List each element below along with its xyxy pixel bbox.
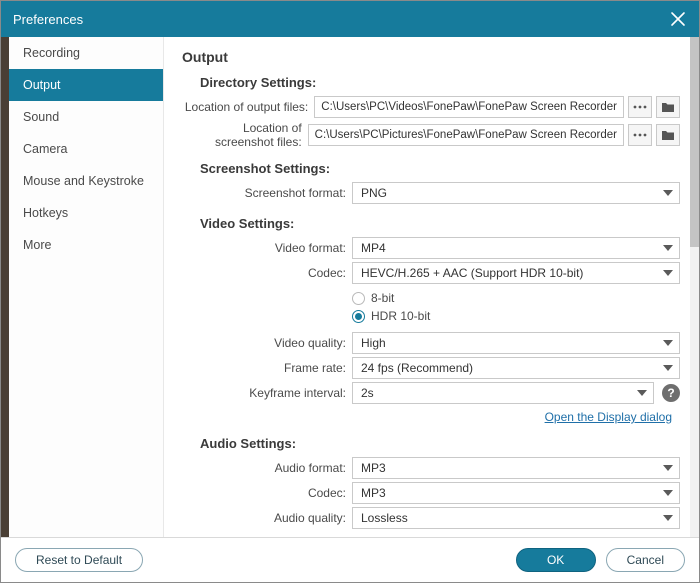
- open-screenshot-folder-button[interactable]: [656, 124, 680, 146]
- sidebar-item-label: Hotkeys: [23, 206, 68, 220]
- audio-codec-label: Codec:: [182, 486, 352, 500]
- ok-button[interactable]: OK: [516, 548, 596, 572]
- frame-rate-select[interactable]: 24 fps (Recommend): [352, 357, 680, 379]
- sidebar-item-label: Sound: [23, 110, 59, 124]
- frame-rate-label: Frame rate:: [182, 361, 352, 375]
- content-pane: Output Directory Settings: Location of o…: [164, 37, 690, 537]
- footer: Reset to Default OK Cancel: [1, 538, 699, 582]
- section-screenshot: Screenshot Settings:: [200, 161, 680, 176]
- screenshot-path-field[interactable]: C:\Users\PC\Pictures\FonePaw\FonePaw Scr…: [308, 124, 624, 146]
- audio-format-label: Audio format:: [182, 461, 352, 475]
- radio-dot-icon: [352, 310, 365, 323]
- sidebar-item-more[interactable]: More: [9, 229, 163, 261]
- sidebar: Recording Output Sound Camera Mouse and …: [9, 37, 164, 537]
- cancel-button[interactable]: Cancel: [606, 548, 685, 572]
- bit-depth-radiogroup: 8-bit HDR 10-bit: [352, 287, 430, 329]
- open-display-dialog-link[interactable]: Open the Display dialog: [545, 410, 672, 424]
- keyframe-interval-select[interactable]: 2s: [352, 382, 654, 404]
- sidebar-item-label: More: [23, 238, 51, 252]
- section-audio: Audio Settings:: [200, 436, 680, 451]
- radio-dot-icon: [352, 292, 365, 305]
- reset-to-default-button[interactable]: Reset to Default: [15, 548, 143, 572]
- audio-codec-select[interactable]: MP3: [352, 482, 680, 504]
- sidebar-item-sound[interactable]: Sound: [9, 101, 163, 133]
- preferences-window: Preferences Recording Output Sound Camer…: [0, 0, 700, 583]
- sidebar-item-label: Recording: [23, 46, 80, 60]
- sidebar-item-label: Mouse and Keystroke: [23, 174, 144, 188]
- sidebar-item-output[interactable]: Output: [9, 69, 163, 101]
- sidebar-item-label: Camera: [23, 142, 67, 156]
- keyframe-interval-label: Keyframe interval:: [182, 386, 352, 400]
- video-quality-label: Video quality:: [182, 336, 352, 350]
- scrollbar-thumb[interactable]: [690, 37, 699, 247]
- radio-8bit[interactable]: 8-bit: [352, 291, 430, 305]
- ellipsis-icon: [633, 102, 647, 112]
- titlebar: Preferences: [1, 1, 699, 37]
- sidebar-item-label: Output: [23, 78, 61, 92]
- left-edge-decoration: [1, 37, 9, 537]
- video-codec-label: Codec:: [182, 266, 352, 280]
- help-icon[interactable]: ?: [662, 384, 680, 402]
- video-format-label: Video format:: [182, 241, 352, 255]
- audio-quality-select[interactable]: Lossless: [352, 507, 680, 529]
- audio-quality-label: Audio quality:: [182, 511, 352, 525]
- browse-output-button[interactable]: [628, 96, 652, 118]
- video-codec-select[interactable]: HEVC/H.265 + AAC (Support HDR 10-bit): [352, 262, 680, 284]
- window-body: Recording Output Sound Camera Mouse and …: [1, 37, 699, 538]
- browse-screenshot-button[interactable]: [628, 124, 652, 146]
- sidebar-item-mouse-keystroke[interactable]: Mouse and Keystroke: [9, 165, 163, 197]
- close-icon[interactable]: [669, 10, 687, 28]
- output-path-field[interactable]: C:\Users\PC\Videos\FonePaw\FonePaw Scree…: [314, 96, 624, 118]
- screenshot-format-label: Screenshot format:: [182, 186, 352, 200]
- sidebar-item-recording[interactable]: Recording: [9, 37, 163, 69]
- audio-format-select[interactable]: MP3: [352, 457, 680, 479]
- page-title: Output: [182, 49, 680, 65]
- radio-hdr10bit[interactable]: HDR 10-bit: [352, 309, 430, 323]
- folder-icon: [661, 101, 675, 113]
- folder-icon: [661, 129, 675, 141]
- screenshot-format-select[interactable]: PNG: [352, 182, 680, 204]
- sidebar-item-hotkeys[interactable]: Hotkeys: [9, 197, 163, 229]
- output-path-label: Location of output files:: [182, 100, 314, 114]
- section-directory: Directory Settings:: [200, 75, 680, 90]
- sidebar-item-camera[interactable]: Camera: [9, 133, 163, 165]
- open-output-folder-button[interactable]: [656, 96, 680, 118]
- section-video: Video Settings:: [200, 216, 680, 231]
- ellipsis-icon: [633, 130, 647, 140]
- video-format-select[interactable]: MP4: [352, 237, 680, 259]
- window-title: Preferences: [13, 12, 83, 27]
- video-quality-select[interactable]: High: [352, 332, 680, 354]
- scrollbar-track[interactable]: [690, 37, 699, 537]
- screenshot-path-label: Location of screenshot files:: [182, 121, 308, 149]
